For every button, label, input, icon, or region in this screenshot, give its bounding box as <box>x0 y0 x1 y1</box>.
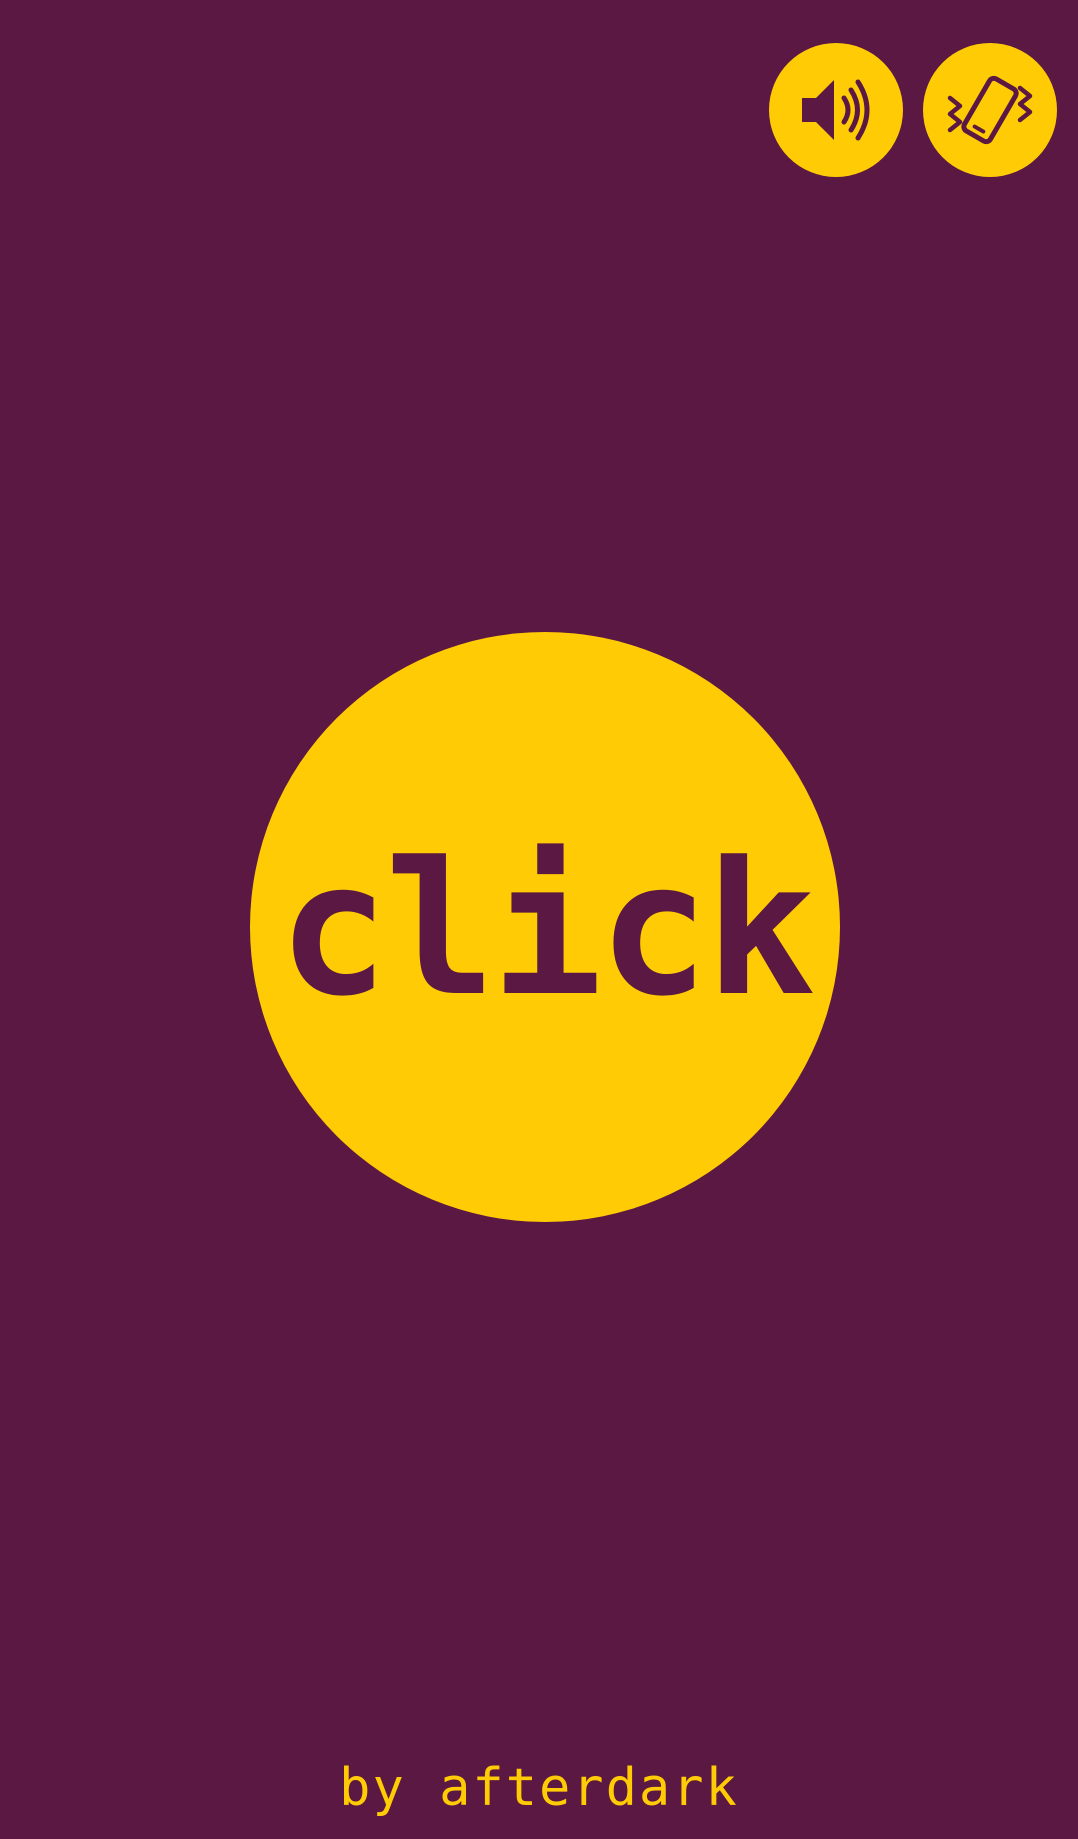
click-button[interactable]: click <box>250 632 840 1222</box>
phone-vibrate-icon <box>947 75 1033 145</box>
sound-toggle-button[interactable] <box>769 43 903 177</box>
speaker-volume-icon <box>802 79 870 141</box>
developer-credit: by afterdark <box>339 1758 739 1818</box>
game-screen: click by afterdark <box>0 0 1078 1839</box>
vibration-toggle-button[interactable] <box>923 43 1057 177</box>
click-button-label: click <box>278 823 816 1037</box>
